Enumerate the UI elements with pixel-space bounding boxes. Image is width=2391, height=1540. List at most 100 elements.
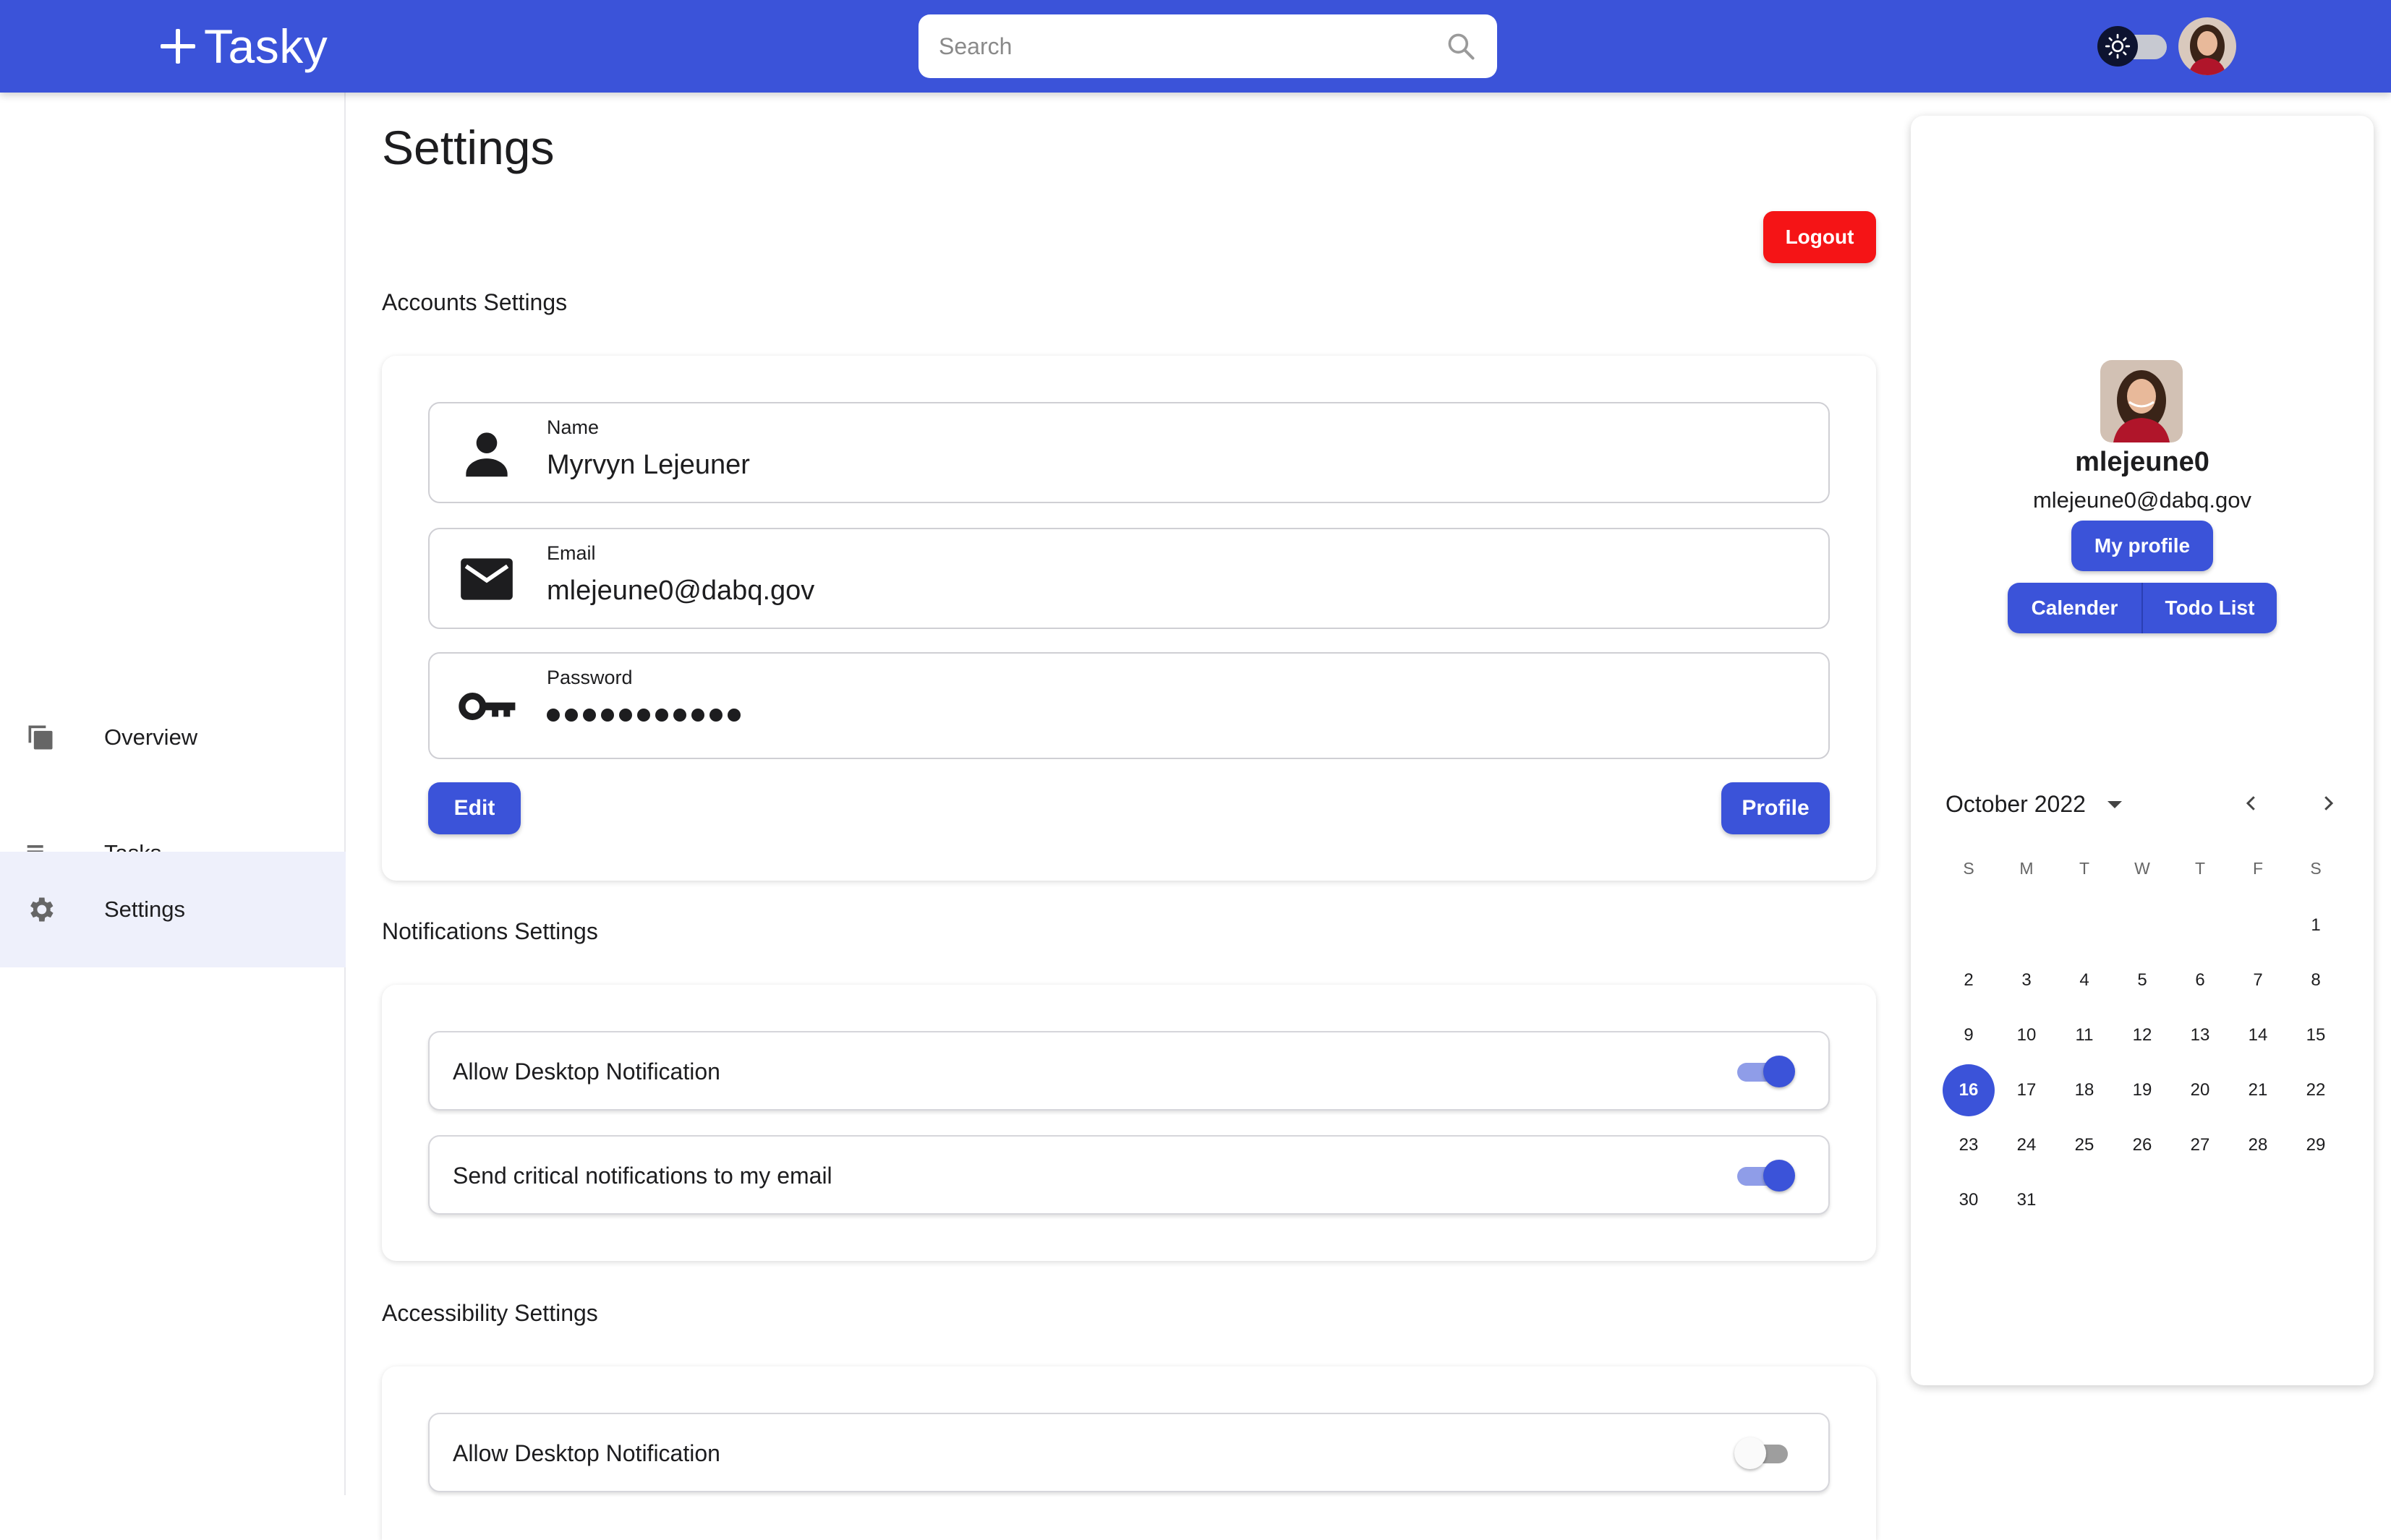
email-field[interactable]: Email mlejeune0@dabq.gov (428, 528, 1830, 629)
search-icon[interactable] (1445, 30, 1477, 62)
calendar-day[interactable]: 27 (2171, 1120, 2229, 1171)
person-icon (466, 432, 508, 477)
sidebar-item-settings[interactable]: Settings (0, 852, 346, 967)
calendar-empty-cell (1940, 900, 1998, 951)
calendar-weekday-label: T (2079, 858, 2090, 878)
notifications-settings-card: Allow Desktop Notification Send critical… (382, 985, 1876, 1261)
calendar-day[interactable]: 30 (1940, 1175, 1998, 1225)
plus-icon (161, 29, 195, 64)
calendar-empty-cell (2055, 900, 2113, 951)
calendar-day[interactable]: 17 (1998, 1065, 2055, 1116)
calendar-day[interactable]: 3 (1998, 955, 2055, 1006)
profile-email: mlejeune0@dabq.gov (2032, 487, 2252, 513)
name-label: Name (547, 416, 600, 438)
calendar-day[interactable]: 20 (2171, 1065, 2229, 1116)
app-logo[interactable]: Tasky (161, 17, 328, 75)
chevron-right-icon (2324, 796, 2334, 810)
calendar-day[interactable]: 31 (1998, 1175, 2055, 1225)
email-label: Email (547, 542, 596, 564)
calendar-day[interactable]: 26 (2113, 1120, 2171, 1171)
calendar-grid: S M T W T F S 1 2 3 4 5 6 7 8 9 10 11 12 13 14 15 16 17 18 19 20 21… (1940, 839, 2345, 1228)
calendar-day[interactable]: 11 (2055, 1010, 2113, 1061)
calendar-week-row: 23 24 25 26 27 28 29 (1940, 1118, 2345, 1173)
email-value: mlejeune0@dabq.gov (547, 576, 815, 606)
calendar-day[interactable]: 24 (1998, 1120, 2055, 1171)
calendar-day[interactable]: 14 (2229, 1010, 2287, 1061)
chevron-left-icon (2246, 796, 2255, 810)
calendar-day[interactable]: 13 (2171, 1010, 2229, 1061)
calendar-week-row: 9 10 11 12 13 14 15 (1940, 1008, 2345, 1063)
calendar-day[interactable]: 21 (2229, 1065, 2287, 1116)
name-value: Myrvyn Lejeuner (547, 450, 750, 480)
calendar-empty-cell (1998, 900, 2055, 951)
calendar-next-button[interactable] (2310, 785, 2346, 821)
calendar-day[interactable]: 22 (2287, 1065, 2345, 1116)
tab-todo-list[interactable]: Todo List (2141, 583, 2277, 633)
sidebar-item-overview[interactable]: Overview (0, 680, 346, 795)
critical-email-switch[interactable] (1734, 1160, 1795, 1192)
calendar-month-selector[interactable]: October 2022 (1945, 791, 2122, 818)
key-icon (459, 693, 516, 720)
password-dot (673, 709, 686, 722)
calendar-day[interactable]: 7 (2229, 955, 2287, 1006)
calendar-empty-cell (2229, 900, 2287, 951)
my-profile-button[interactable]: My profile (2071, 521, 2213, 571)
profile-username: mlejeune0 (2075, 447, 2209, 477)
calendar-weekday-label: W (2134, 858, 2150, 878)
accessibility-notification-switch[interactable] (1734, 1437, 1792, 1469)
theme-toggle-thumb (2097, 26, 2138, 67)
password-field[interactable]: Password (428, 652, 1830, 759)
calendar-empty-cell (2229, 1175, 2287, 1225)
notifications-settings-heading: Notifications Settings (382, 918, 598, 944)
sidebar: Overview Tasks Settings (0, 93, 346, 1495)
desktop-notification-switch[interactable] (1734, 1056, 1795, 1087)
calendar-day[interactable]: 23 (1940, 1120, 1998, 1171)
calendar-day[interactable]: 5 (2113, 955, 2171, 1006)
accessibility-settings-heading: Accessibility Settings (382, 1300, 598, 1326)
calendar-day[interactable]: 25 (2055, 1120, 2113, 1171)
sidebar-item-label: Settings (104, 897, 186, 922)
calendar-weekday-label: S (1963, 858, 1974, 878)
calendar-day[interactable]: 10 (1998, 1010, 2055, 1061)
password-dot (637, 709, 650, 722)
calendar-day[interactable]: 9 (1940, 1010, 1998, 1061)
edit-button[interactable]: Edit (428, 782, 521, 834)
logout-button[interactable]: Logout (1763, 211, 1876, 263)
toggle-label: Allow Desktop Notification (453, 1440, 720, 1466)
calendar-day[interactable]: 19 (2113, 1065, 2171, 1116)
profile-button[interactable]: Profile (1721, 782, 1830, 834)
calendar-prev-button[interactable] (2233, 785, 2269, 821)
caret-down-icon (2107, 800, 2122, 808)
calendar-day[interactable]: 18 (2055, 1065, 2113, 1116)
calendar-day[interactable]: 4 (2055, 955, 2113, 1006)
sun-icon (2105, 33, 2131, 59)
theme-toggle[interactable] (2097, 26, 2170, 67)
calendar-day[interactable]: 6 (2171, 955, 2229, 1006)
calendar-day[interactable]: 12 (2113, 1010, 2171, 1061)
calendar-month-label: October 2022 (1945, 791, 2086, 817)
calendar-day-selected[interactable]: 16 (1940, 1064, 1998, 1116)
library-icon (28, 725, 53, 750)
user-avatar[interactable] (2178, 17, 2236, 75)
app-name: Tasky (204, 20, 328, 73)
calendar-day[interactable]: 8 (2287, 955, 2345, 1006)
password-mask (547, 709, 741, 722)
avatar-image (2178, 17, 2236, 75)
accessibility-desktop-notification-row: Allow Desktop Notification (428, 1413, 1830, 1492)
password-dot (655, 709, 668, 722)
calendar-day[interactable]: 29 (2287, 1120, 2345, 1171)
calendar-day[interactable]: 28 (2229, 1120, 2287, 1171)
top-bar: Tasky (0, 0, 2391, 93)
profile-avatar (2100, 360, 2183, 442)
calendar-day[interactable]: 1 (2287, 900, 2345, 951)
tab-calender[interactable]: Calender (2008, 583, 2141, 633)
name-field[interactable]: Name Myrvyn Lejeuner (428, 402, 1830, 503)
calendar-empty-cell (2113, 1175, 2171, 1225)
mail-icon (461, 558, 513, 600)
search-input[interactable] (939, 33, 1445, 60)
avatar-image (2100, 360, 2183, 442)
calendar-day[interactable]: 15 (2287, 1010, 2345, 1061)
calendar-weekday-label: F (2252, 858, 2264, 878)
sidebar-item-label: Overview (104, 724, 198, 750)
calendar-day[interactable]: 2 (1940, 955, 1998, 1006)
